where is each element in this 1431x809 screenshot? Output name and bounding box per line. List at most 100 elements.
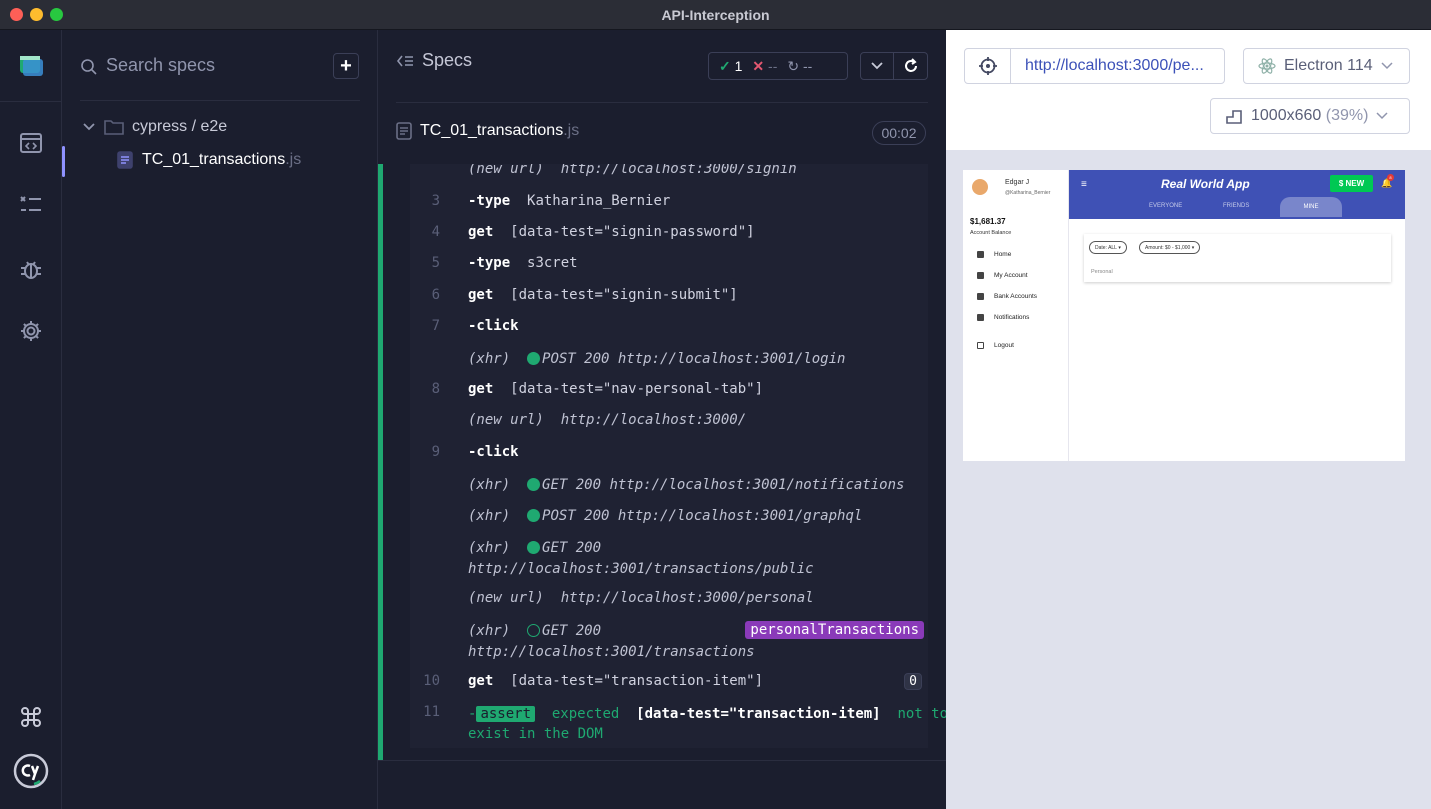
user-avatar [972, 179, 988, 195]
spec-file-icon [396, 122, 412, 140]
running-spec-name: TC_01_transactions [420, 122, 564, 139]
browser-selector[interactable]: Electron 114 [1243, 48, 1410, 84]
browser-label: Electron 114 [1284, 57, 1373, 74]
aut-title: Real World App [1161, 177, 1250, 191]
aut-nav-logout[interactable]: Logout [977, 342, 1014, 349]
spec-item-name: TC_01_transactions [142, 151, 286, 168]
personal-section-label: Personal [1091, 269, 1113, 275]
electron-icon [1258, 58, 1276, 74]
xhr-pending-dot [527, 624, 541, 637]
command-log: (new url) http://localhost:3000/signin 3… [378, 164, 946, 760]
bank-icon [977, 293, 984, 300]
window-titlebar: API-Interception [0, 0, 1431, 30]
specs-toggle[interactable]: Specs [396, 50, 472, 71]
add-spec-button[interactable]: + [333, 53, 359, 79]
assert-badge: assert [476, 706, 536, 722]
aut-sidebar: Edgar J @Katharina_Bernier $1,681.37 Acc… [963, 170, 1069, 461]
chevron-down-icon [1376, 112, 1388, 120]
folder-label: cypress / e2e [132, 118, 228, 135]
command-row[interactable]: (xhr) GET 200 http://localhost:3001/trans… [410, 621, 928, 663]
command-row[interactable]: (xhr) GET 200 http://localhost:3001/trans… [410, 540, 928, 580]
running-spec-ext: .js [563, 122, 580, 139]
aut-transactions-card: Date: ALL ▾ Amount: $0 - $1,000 ▾ Person… [1084, 234, 1391, 282]
rerun-button[interactable] [893, 52, 928, 80]
window-title: API-Interception [661, 7, 770, 23]
run-timer: 00:02 [872, 121, 926, 145]
test-passed-bar [378, 164, 383, 760]
url-text: http://localhost:3000/pe... [1025, 57, 1204, 74]
settings-gear-icon[interactable] [0, 311, 62, 351]
notification-count: 8 [1387, 174, 1394, 181]
cypress-app-logo-icon[interactable] [0, 46, 62, 86]
date-filter[interactable]: Date: ALL ▾ [1089, 241, 1127, 254]
user-name: Edgar J [1005, 179, 1030, 186]
cypress-cy-logo-icon [0, 751, 62, 791]
search-specs-field[interactable]: Search specs [80, 52, 360, 82]
runs-icon[interactable] [0, 123, 62, 163]
aut-new-transaction-button[interactable]: $ NEW [1330, 175, 1373, 192]
collapse-specs-icon [396, 55, 413, 66]
command-list: (new url) http://localhost:3000/signin 3… [410, 164, 946, 748]
xhr-status-dot [527, 509, 541, 522]
selector-playground-button[interactable] [965, 49, 1011, 83]
viewport-selector[interactable]: 1000x660 (39%) [1210, 98, 1410, 134]
reporter-bottom-divider [378, 760, 946, 761]
spec-item-ext: .js [285, 151, 302, 168]
specs-divider [80, 100, 360, 101]
specs-panel: Search specs + cypress / e2e TC_01_trans… [62, 30, 378, 809]
xhr-status-dot [527, 541, 541, 554]
element-count-badge: 0 [904, 673, 922, 690]
test-stats: ✓ 1 ✕ -- ↻ -- [708, 52, 848, 80]
reporter-divider [396, 102, 928, 103]
specs-list-icon[interactable] [0, 185, 62, 225]
account-balance: $1,681.37 [970, 217, 1006, 226]
amount-filter[interactable]: Amount: $0 - $1,000 ▾ [1139, 241, 1201, 254]
user-handle: @Katharina_Bernier [1005, 190, 1051, 196]
command-row-assertion[interactable]: 11 - assert expected [data-test="transact… [410, 704, 946, 748]
xhr-status-dot [527, 478, 541, 491]
chevron-down-icon [871, 62, 883, 70]
command-reporter: Specs ✓ 1 ✕ -- ↻ -- TC_01_transactions.j… [378, 30, 946, 809]
viewport-size: 1000x660 [1251, 107, 1322, 124]
keyboard-shortcuts-icon[interactable] [0, 697, 62, 737]
navigation-rail [0, 30, 62, 809]
aut-tab-friends[interactable]: FRIENDS [1223, 203, 1249, 209]
logout-icon [977, 342, 984, 349]
home-icon [977, 251, 984, 258]
spec-item-tc-01-transactions[interactable]: TC_01_transactions.js [117, 151, 301, 169]
aut-tab-mine[interactable]: MINE [1280, 197, 1342, 217]
aut-header: ≡ Real World App $ NEW 🔔 8 EVERYONE FRIE… [1069, 170, 1405, 219]
failed-count: ✕ -- [752, 57, 778, 74]
route-alias-badge[interactable]: personalTransactions [745, 621, 924, 639]
rail-divider [0, 101, 62, 102]
app-under-test-frame[interactable]: Edgar J @Katharina_Bernier $1,681.37 Acc… [963, 170, 1405, 461]
search-specs-placeholder: Search specs [106, 55, 216, 75]
expand-collapse-button[interactable] [860, 52, 894, 80]
aut-nav-bank-accounts[interactable]: Bank Accounts [977, 293, 1037, 300]
xhr-status-dot [527, 352, 541, 365]
folder-cypress-e2e[interactable]: cypress / e2e [82, 118, 227, 136]
aut-nav-my-account[interactable]: My Account [977, 272, 1028, 279]
aut-nav-notifications[interactable]: Notifications [977, 314, 1029, 321]
account-balance-label: Account Balance [970, 230, 1012, 236]
aut-nav-home[interactable]: Home [977, 251, 1011, 258]
search-icon [81, 59, 97, 75]
running-spec-header: TC_01_transactions.js [396, 122, 579, 140]
preview-toolbar: http://localhost:3000/pe... Electron 114… [946, 30, 1431, 150]
spec-file-icon [117, 151, 133, 169]
active-spec-indicator [62, 146, 65, 177]
reporter-header-label: Specs [422, 50, 473, 70]
menu-icon[interactable]: ≡ [1081, 179, 1087, 190]
viewport-ruler-icon [1226, 110, 1242, 124]
aut-tab-everyone[interactable]: EVERYONE [1149, 203, 1182, 209]
chevron-down-icon [1381, 62, 1393, 70]
person-icon [977, 272, 984, 279]
debug-bug-icon[interactable] [0, 249, 62, 289]
chevron-down-icon [83, 123, 95, 131]
pending-count: ↻ -- [787, 57, 813, 74]
url-bar[interactable]: http://localhost:3000/pe... [964, 48, 1225, 84]
refresh-icon [904, 58, 917, 72]
folder-icon [104, 120, 124, 135]
crosshair-icon [978, 57, 997, 75]
viewport-scale: (39%) [1325, 107, 1369, 124]
